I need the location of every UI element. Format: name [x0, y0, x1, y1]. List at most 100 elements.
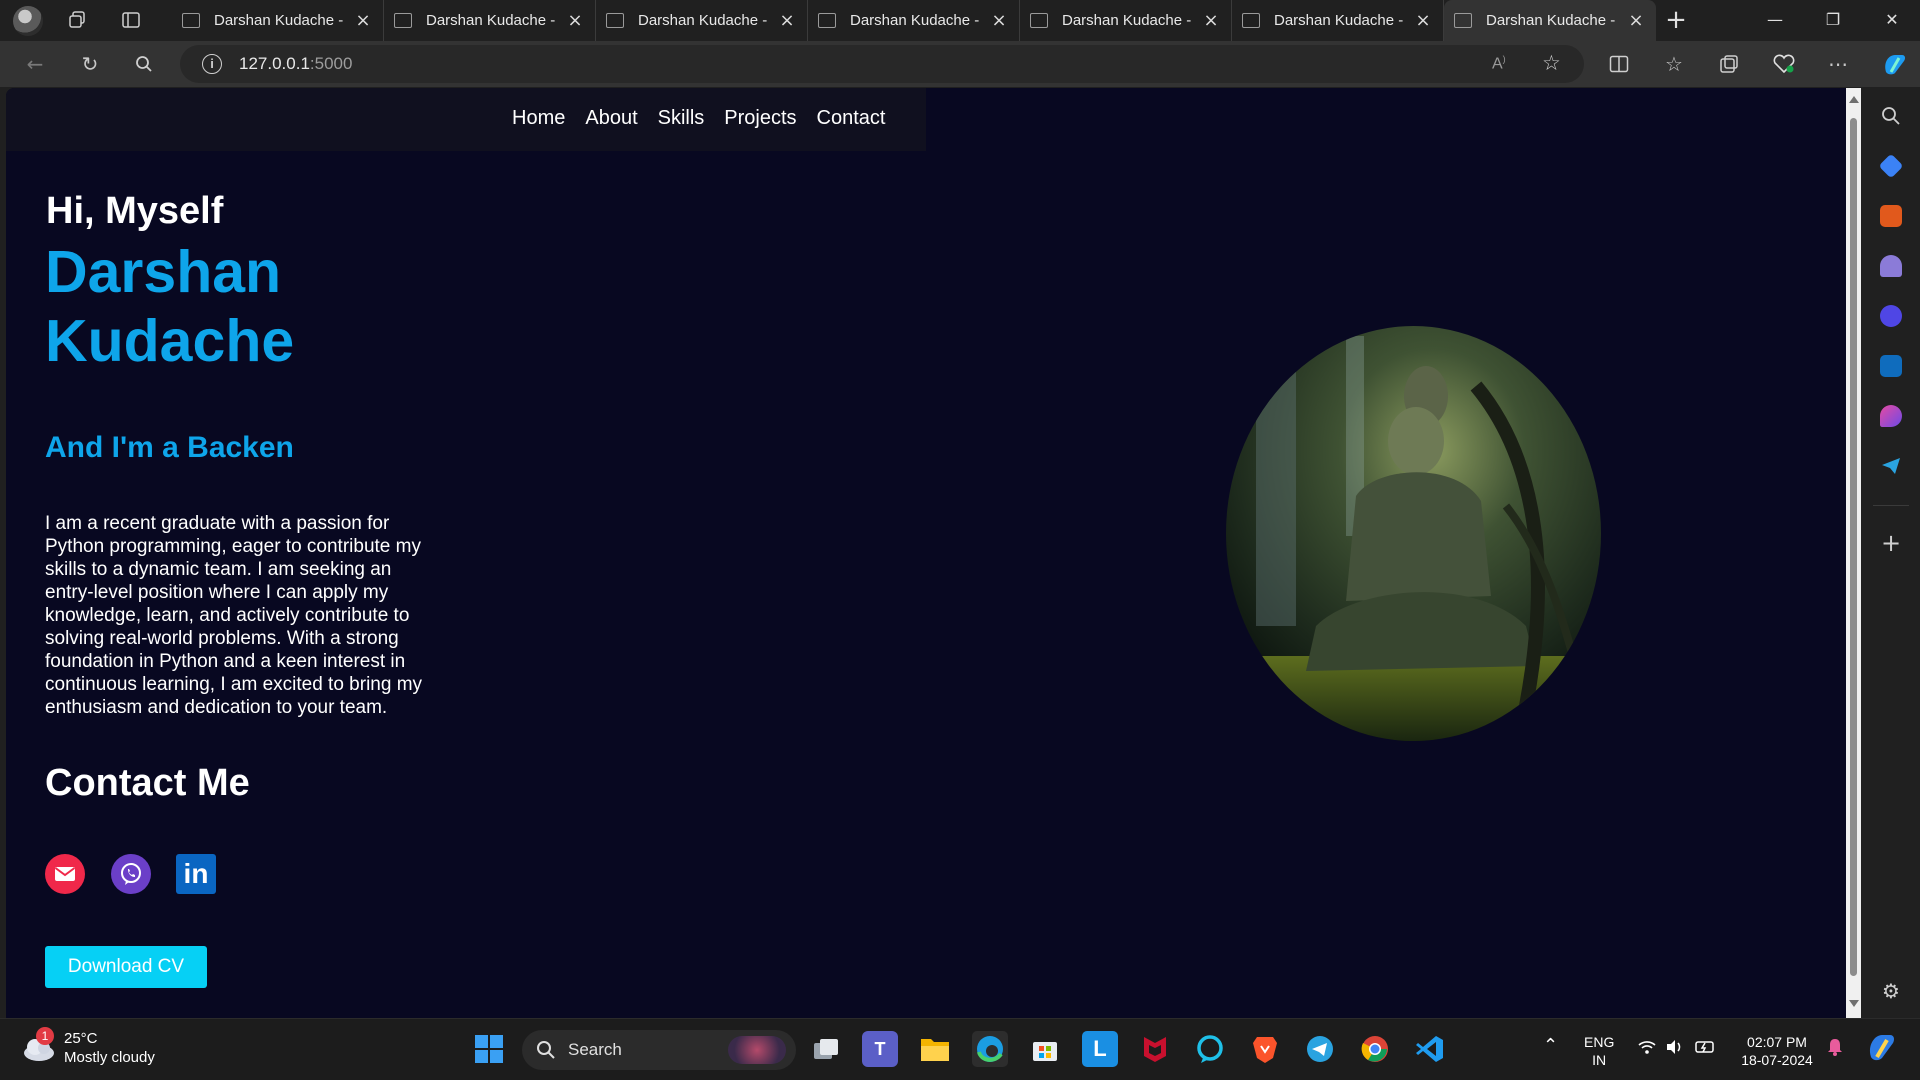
- split-screen-icon[interactable]: [1601, 46, 1637, 82]
- battery-charging-icon[interactable]: [1695, 1039, 1717, 1059]
- browser-tab-active[interactable]: Darshan Kudache - ×: [1444, 0, 1656, 41]
- download-cv-button[interactable]: Download CV: [45, 946, 207, 988]
- close-tab-icon[interactable]: ×: [353, 10, 373, 31]
- add-sidebar-app-icon[interactable]: +: [1880, 531, 1902, 555]
- clock[interactable]: 02:07 PM 18-07-2024: [1736, 1033, 1818, 1069]
- close-window-icon[interactable]: ✕: [1864, 0, 1920, 41]
- games-chess-icon[interactable]: [1880, 255, 1902, 277]
- close-tab-icon[interactable]: ×: [565, 10, 585, 31]
- task-view-icon[interactable]: [808, 1031, 844, 1067]
- url-text[interactable]: 127.0.0.1:5000: [239, 54, 352, 74]
- close-tab-icon[interactable]: ×: [1626, 10, 1646, 31]
- copilot-icon[interactable]: [1876, 46, 1912, 82]
- new-tab-icon[interactable]: +: [1661, 6, 1691, 36]
- favorite-star-icon[interactable]: ☆: [1542, 51, 1561, 75]
- scroll-up-icon[interactable]: [1849, 96, 1859, 103]
- tools-briefcase-icon[interactable]: [1880, 205, 1902, 227]
- mcafee-icon[interactable]: [1137, 1031, 1173, 1067]
- nav-projects[interactable]: Projects: [724, 107, 796, 130]
- hero-role-typed: And I'm a Backen: [45, 431, 294, 464]
- site-info-icon[interactable]: i: [202, 54, 222, 74]
- browser-titlebar: Darshan Kudache - × Darshan Kudache - × Da…: [0, 0, 1920, 41]
- file-explorer-icon[interactable]: [917, 1031, 953, 1067]
- minimize-icon[interactable]: —: [1747, 0, 1803, 41]
- show-hidden-icons[interactable]: ⌃: [1543, 1037, 1558, 1055]
- read-aloud-icon[interactable]: A): [1492, 54, 1506, 73]
- weather-widget[interactable]: 1 25°C Mostly cloudy: [22, 1027, 155, 1067]
- nav-home[interactable]: Home: [512, 107, 565, 130]
- page-favicon-icon: [1454, 13, 1472, 28]
- workspaces-icon[interactable]: [63, 6, 91, 34]
- tab-title: Darshan Kudache -: [426, 12, 556, 29]
- address-bar[interactable]: i 127.0.0.1:5000 A) ☆: [180, 45, 1584, 83]
- browser-tab[interactable]: Darshan Kudache - ×: [384, 0, 596, 41]
- viber-icon[interactable]: [111, 854, 151, 894]
- browser-tab[interactable]: Darshan Kudache - ×: [1020, 0, 1232, 41]
- page-favicon-icon: [1242, 13, 1260, 28]
- nav-about[interactable]: About: [585, 107, 637, 130]
- nav-contact[interactable]: Contact: [817, 107, 886, 130]
- teams-icon[interactable]: T: [862, 1031, 898, 1067]
- taskbar-search[interactable]: Search: [522, 1030, 796, 1070]
- scroll-thumb[interactable]: [1850, 118, 1857, 976]
- scroll-down-icon[interactable]: [1849, 1000, 1859, 1007]
- linkedin-icon[interactable]: in: [176, 854, 216, 894]
- volume-icon[interactable]: [1665, 1039, 1685, 1059]
- designer-icon[interactable]: [1880, 405, 1902, 427]
- refresh-icon[interactable]: ↻: [72, 46, 108, 82]
- close-tab-icon[interactable]: ×: [777, 10, 797, 31]
- page-favicon-icon: [1030, 13, 1048, 28]
- edge-browser-icon[interactable]: [972, 1031, 1008, 1067]
- l-app-icon[interactable]: L: [1082, 1031, 1118, 1067]
- copilot-hex-icon[interactable]: [1880, 305, 1902, 327]
- tab-title: Darshan Kudache -: [214, 12, 344, 29]
- mail-icon[interactable]: [45, 854, 85, 894]
- shopping-tag-icon[interactable]: [1878, 153, 1904, 179]
- sidebar-settings-icon[interactable]: ⚙: [1880, 980, 1902, 1002]
- start-windows-icon[interactable]: [471, 1031, 507, 1067]
- windows-taskbar: 1 25°C Mostly cloudy Search T L ⌃ ENG IN…: [0, 1018, 1920, 1080]
- page-favicon-icon: [182, 13, 200, 28]
- chrome-icon[interactable]: [1357, 1031, 1393, 1067]
- weather-desc: Mostly cloudy: [64, 1049, 155, 1066]
- close-tab-icon[interactable]: ×: [1413, 10, 1433, 31]
- collections-icon[interactable]: [1711, 46, 1747, 82]
- sidebar-search-icon[interactable]: [1880, 105, 1902, 127]
- hero-name: Darshan Kudache: [45, 239, 295, 374]
- browser-tab[interactable]: Darshan Kudache - ×: [1232, 0, 1444, 41]
- telegram-icon[interactable]: [1302, 1031, 1338, 1067]
- browser-tab[interactable]: Darshan Kudache - ×: [596, 0, 808, 41]
- tab-title: Darshan Kudache -: [638, 12, 768, 29]
- outlook-icon[interactable]: [1880, 355, 1902, 377]
- browser-tab[interactable]: Darshan Kudache - ×: [172, 0, 384, 41]
- page-favicon-icon: [818, 13, 836, 28]
- profile-avatar[interactable]: [13, 5, 43, 36]
- site-navbar: Home About Skills Projects Contact: [6, 88, 926, 151]
- page-scrollbar[interactable]: [1846, 88, 1861, 1018]
- vertical-tabs-icon[interactable]: [117, 6, 145, 34]
- profile-portrait-image: [1226, 326, 1601, 741]
- close-tab-icon[interactable]: ×: [989, 10, 1009, 31]
- restore-icon[interactable]: ❐: [1805, 0, 1861, 41]
- brave-icon[interactable]: [1247, 1031, 1283, 1067]
- browser-tab[interactable]: Darshan Kudache - ×: [808, 0, 1020, 41]
- copilot-taskbar-icon[interactable]: [1865, 1032, 1897, 1066]
- browser-essentials-icon[interactable]: [1766, 46, 1802, 82]
- weather-cloud-icon: 1: [22, 1027, 56, 1063]
- wifi-icon[interactable]: [1637, 1039, 1657, 1059]
- close-tab-icon[interactable]: ×: [1201, 10, 1221, 31]
- microsoft-store-icon[interactable]: [1027, 1031, 1063, 1067]
- tab-title: Darshan Kudache -: [1274, 12, 1404, 29]
- more-options-icon[interactable]: ⋯: [1820, 46, 1856, 82]
- hero-greeting: Hi, Myself: [46, 190, 224, 232]
- favorites-icon[interactable]: ☆: [1656, 46, 1692, 82]
- nav-skills[interactable]: Skills: [658, 107, 705, 130]
- vscode-icon[interactable]: [1412, 1031, 1448, 1067]
- language-indicator[interactable]: ENG IN: [1584, 1033, 1614, 1069]
- back-icon[interactable]: ←: [17, 46, 53, 82]
- alexa-icon[interactable]: [1192, 1031, 1228, 1067]
- notification-bell-icon[interactable]: [1826, 1037, 1844, 1061]
- telegram-send-icon[interactable]: [1880, 455, 1902, 477]
- page-favicon-icon: [394, 13, 412, 28]
- search-icon[interactable]: [126, 46, 162, 82]
